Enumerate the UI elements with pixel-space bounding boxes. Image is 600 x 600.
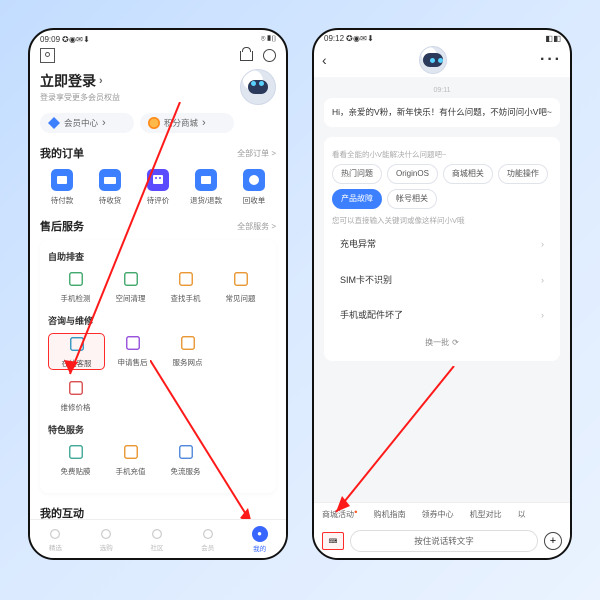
message-icon[interactable] — [263, 49, 276, 62]
phone-right: 09:12✪ ◉ ✉ ⬇ ◧ ▮▯ ‹ ··· 09:11 Hi，亲爱的V粉，新… — [312, 28, 572, 560]
quick-link[interactable]: 商城活动● — [322, 510, 358, 519]
keyboard-icon[interactable]: ⌨ — [322, 532, 344, 550]
nav-item[interactable]: 社区 — [150, 527, 164, 552]
nav-item[interactable]: 精选 — [48, 527, 62, 552]
quick-link[interactable]: 购机指南 — [374, 510, 406, 519]
faq-bubble: 看看全能的小V能解决什么问题吧~ 热门问题OriginOS商城相关功能操作产品故… — [324, 137, 560, 361]
quick-link[interactable]: 机型对比 — [470, 510, 502, 519]
category-chip[interactable]: OriginOS — [387, 164, 438, 184]
bottom-nav: 精选 选购 社区 会员 ●我的 — [30, 519, 286, 558]
refresh-button[interactable]: 换一批⟳ — [332, 337, 552, 349]
nav-mine[interactable]: ●我的 — [252, 526, 268, 553]
phone-left: 09:09✪ ◉ ✉ ⬇ ⌾ ▮▯ 立即登录› 登录享受更多会员权益 会员中心›… — [28, 28, 288, 560]
category-chip[interactable]: 热门问题 — [332, 164, 382, 184]
status-time: 09:12 — [324, 34, 344, 43]
status-time: 09:09 — [40, 35, 60, 44]
more-icon[interactable]: ··· — [540, 51, 562, 69]
status-bar: 09:12✪ ◉ ✉ ⬇ ◧ ▮▯ — [314, 30, 570, 43]
pill-member[interactable]: 会员中心› — [40, 113, 134, 133]
faq-row[interactable]: 充电异常› — [332, 230, 552, 260]
special-title: 特色服务 — [48, 423, 268, 436]
category-chip[interactable]: 商城相关 — [443, 164, 493, 184]
pill-mall[interactable]: 积分商城› — [140, 113, 234, 133]
order-item[interactable]: 退货/退款 — [184, 169, 228, 206]
category-chip[interactable]: 功能操作 — [498, 164, 548, 184]
battery-icon: ◧ ▮▯ — [545, 34, 560, 43]
plus-icon[interactable]: + — [544, 532, 562, 550]
faq-row[interactable]: 手机或配件坏了› — [332, 301, 552, 331]
chat-timestamp: 09:11 — [324, 87, 560, 94]
status-icons: ✪ ◉ ✉ ⬇ — [346, 34, 373, 43]
service-more[interactable]: 全部服务 > — [237, 221, 276, 232]
service-item[interactable]: 免费贴膜 — [48, 442, 103, 477]
bot-avatar — [419, 46, 447, 74]
status-icons: ✪ ◉ ✉ ⬇ — [62, 35, 89, 44]
service-item[interactable]: 查找手机 — [158, 269, 213, 304]
service-item[interactable]: 申请售后 — [105, 333, 160, 370]
service-item[interactable]: 手机充值 — [103, 442, 158, 477]
service-title: 售后服务 — [40, 218, 84, 234]
consult-title: 咨询与维修 — [48, 314, 268, 327]
nav-item[interactable]: 会员 — [201, 527, 215, 552]
service-item[interactable]: 在线客服 — [48, 333, 105, 370]
order-item[interactable]: 待评价 — [136, 169, 180, 206]
avatar[interactable] — [240, 69, 276, 105]
order-item[interactable]: 回收单 — [232, 169, 276, 206]
faq-row[interactable]: SIM卡不识别› — [332, 266, 552, 296]
order-item[interactable]: 待收货 — [88, 169, 132, 206]
settings-icon[interactable] — [40, 48, 55, 63]
order-item[interactable]: 待付款 — [40, 169, 84, 206]
diamond-icon — [48, 117, 60, 129]
service-item[interactable]: 空间清理 — [103, 269, 158, 304]
cart-icon[interactable] — [240, 51, 253, 61]
selfhelp-title: 自助排查 — [48, 250, 268, 263]
quick-links[interactable]: 商城活动● 购机指南 领券中心 机型对比 以 — [314, 502, 570, 524]
service-item[interactable]: 常见问题 — [213, 269, 268, 304]
login-sub: 登录享受更多会员权益 — [40, 92, 120, 103]
service-item[interactable]: 手机检测 — [48, 269, 103, 304]
voice-input[interactable]: 按住说话转文字 — [350, 530, 538, 552]
back-icon[interactable]: ‹ — [322, 52, 327, 68]
service-item[interactable]: 维修价格 — [48, 378, 103, 413]
status-bar: 09:09✪ ◉ ✉ ⬇ ⌾ ▮▯ — [30, 30, 286, 44]
nav-item[interactable]: 选购 — [99, 527, 113, 552]
service-item[interactable]: 免流服务 — [158, 442, 213, 477]
orders-more[interactable]: 全部订单 > — [237, 148, 276, 159]
battery-icon: ⌾ ▮▯ — [261, 34, 276, 44]
quick-link[interactable]: 以 — [518, 510, 526, 519]
login-title[interactable]: 立即登录› — [40, 71, 120, 91]
quick-link[interactable]: 领券中心 — [422, 510, 454, 519]
category-chip[interactable]: 产品故障 — [332, 189, 382, 209]
service-item[interactable]: 服务网点 — [160, 333, 215, 370]
orders-title: 我的订单 — [40, 145, 84, 161]
coin-icon — [148, 117, 160, 129]
greeting-bubble: Hi，亲爱的V粉，新年快乐！有什么问题，不妨问问小V吧~ — [324, 98, 560, 127]
category-chip[interactable]: 帐号相关 — [387, 189, 437, 209]
